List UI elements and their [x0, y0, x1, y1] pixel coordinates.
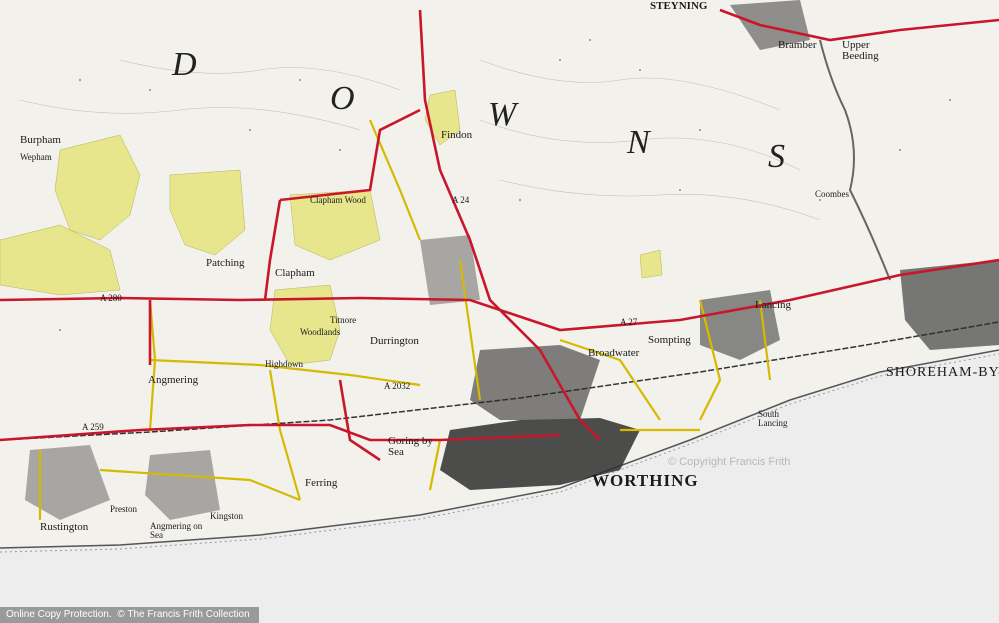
footer-online-copy: Online Copy Protection. — [6, 609, 112, 620]
label-south-lancing: South Lancing — [758, 409, 788, 428]
region-letter-s: S — [768, 138, 787, 175]
map-canvas[interactable]: D O W N S STEYNING Bramber Upper Beeding… — [0, 0, 999, 623]
label-clapham-wood: Clapham Wood — [310, 195, 366, 205]
road-a24: A 24 — [452, 195, 470, 205]
label-rustington: Rustington — [40, 521, 89, 533]
label-titnore: Titnore — [330, 315, 357, 325]
label-patching: Patching — [206, 257, 245, 269]
watermark: © Copyright Francis Frith — [668, 456, 791, 468]
label-burpham: Burpham — [20, 134, 61, 146]
road-a2032: A 2032 — [384, 381, 411, 391]
label-highdown: Highdown — [265, 359, 303, 369]
label-goring: Goring by Sea — [388, 435, 433, 458]
label-steyning: STEYNING — [650, 0, 708, 12]
label-findon: Findon — [441, 129, 473, 141]
label-bramber: Bramber — [778, 39, 817, 51]
label-clapham: Clapham — [275, 267, 315, 279]
label-broadwater: Broadwater — [588, 347, 640, 359]
label-woodlands: Woodlands — [300, 327, 341, 337]
label-durrington: Durrington — [370, 335, 419, 347]
label-wepham: Wepham — [20, 152, 52, 162]
label-coombes: Coombes — [815, 189, 850, 199]
label-preston: Preston — [110, 504, 137, 514]
label-sompting: Sompting — [648, 334, 691, 346]
label-ferring: Ferring — [305, 477, 338, 489]
label-angmering-on-sea: Angmering on Sea — [150, 521, 203, 540]
region-letter-o: O — [330, 80, 357, 117]
footer-bar: Online Copy Protection. © The Francis Fr… — [0, 607, 259, 623]
region-letter-w: W — [488, 96, 519, 133]
region-letter-n: N — [627, 124, 652, 161]
road-a259: A 259 — [82, 422, 104, 432]
region-letter-d: D — [172, 46, 199, 83]
road-a27: A 27 — [620, 317, 638, 327]
footer-copyright: © The Francis Frith Collection — [117, 609, 250, 620]
label-angmering: Angmering — [148, 374, 199, 386]
label-kingston: Kingston — [210, 511, 244, 521]
label-worthing: WORTHING — [592, 471, 699, 490]
road-a280: A 280 — [100, 293, 122, 303]
label-lancing: Lancing — [755, 299, 792, 311]
label-upper-beeding: Upper Beeding — [842, 39, 879, 62]
label-shoreham: SHOREHAM-BY- — [886, 365, 999, 380]
